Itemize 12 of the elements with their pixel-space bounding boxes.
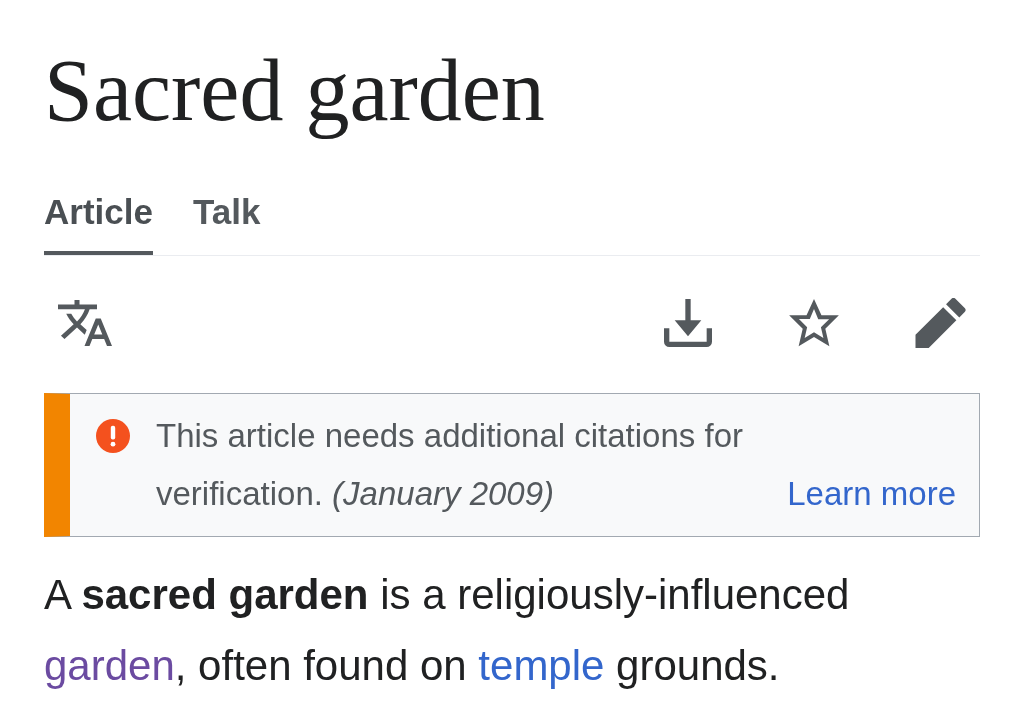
tab[interactable]: Article xyxy=(44,192,153,255)
download-icon[interactable] xyxy=(663,298,713,347)
alert-icon xyxy=(96,419,130,453)
tab[interactable]: Talk xyxy=(192,192,261,255)
article-link[interactable]: garden xyxy=(44,642,175,689)
translate-icon[interactable] xyxy=(58,299,112,346)
article-paragraph: A sacred garden is a religiously-influenced garden, often found on temple grounds. xyxy=(44,570,851,691)
star-icon[interactable] xyxy=(789,298,839,347)
pencil-icon[interactable] xyxy=(915,297,966,348)
notice-message: This article needs additional citations for verification. (January 2009) xyxy=(156,416,744,514)
learn-more-link[interactable]: Learn more xyxy=(787,465,956,523)
article-link[interactable]: temple xyxy=(478,642,605,689)
